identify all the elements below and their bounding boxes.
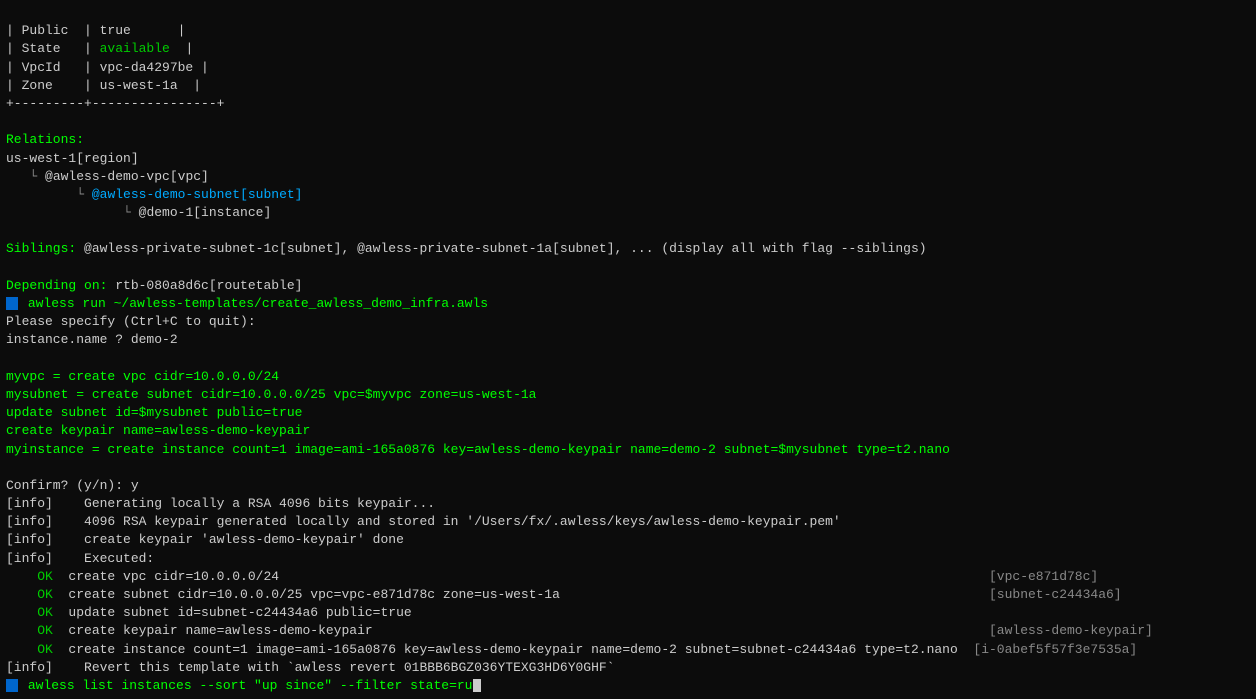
- line-state: | State | available |: [6, 41, 193, 56]
- info-generating: [info] Generating locally a RSA 4096 bit…: [6, 496, 435, 511]
- ok-create-subnet: OK create subnet cidr=10.0.0.0/25 vpc=vp…: [6, 587, 1122, 602]
- update-subnet-line: update subnet id=$mysubnet public=true: [6, 405, 302, 420]
- info-revert: [info] Revert this template with `awless…: [6, 660, 615, 675]
- depending-line: Depending on: rtb-080a8d6c[routetable]: [6, 278, 302, 293]
- specify-line: Please specify (Ctrl+C to quit):: [6, 314, 256, 329]
- ok-create-instance: OK create instance count=1 image=ami-165…: [6, 642, 1137, 657]
- relations-header: Relations:: [6, 132, 84, 147]
- subnet-line: └ @awless-demo-subnet[subnet]: [6, 187, 302, 202]
- region-line: us-west-1[region]: [6, 151, 139, 166]
- line-zone: | Zone | us-west-1a |: [6, 78, 201, 93]
- prompt-run: awless run ~/awless-templates/create_awl…: [6, 296, 488, 311]
- line-vpcid: | VpcId | vpc-da4297be |: [6, 60, 209, 75]
- instance-name-input: instance.name ? demo-2: [6, 332, 178, 347]
- siblings-line: Siblings: @awless-private-subnet-1c[subn…: [6, 241, 927, 256]
- ok-create-vpc: OK create vpc cidr=10.0.0.0/24 [vpc-e871…: [6, 569, 1098, 584]
- prompt-list: awless list instances --sort "up since" …: [6, 678, 481, 693]
- instance-line: └ @demo-1[instance]: [6, 205, 271, 220]
- myvpc-line: myvpc = create vpc cidr=10.0.0.0/24: [6, 369, 279, 384]
- myinstance-line: myinstance = create instance count=1 ima…: [6, 442, 950, 457]
- info-keypair-stored: [info] 4096 RSA keypair generated locall…: [6, 514, 841, 529]
- info-keypair-done: [info] create keypair 'awless-demo-keypa…: [6, 532, 404, 547]
- info-executed: [info] Executed:: [6, 551, 154, 566]
- ok-create-keypair: OK create keypair name=awless-demo-keypa…: [6, 623, 1153, 638]
- create-keypair-line: create keypair name=awless-demo-keypair: [6, 423, 310, 438]
- line-public: | Public | true |: [6, 23, 185, 38]
- terminal-output: | Public | true | | State | available | …: [6, 4, 1250, 695]
- mysubnet-line: mysubnet = create subnet cidr=10.0.0.0/2…: [6, 387, 537, 402]
- ok-update-subnet: OK update subnet id=subnet-c24434a6 publ…: [6, 605, 412, 620]
- vpc-line: └ @awless-demo-vpc[vpc]: [6, 169, 209, 184]
- confirm-line: Confirm? (y/n): y: [6, 478, 139, 493]
- line-separator: +---------+----------------+: [6, 96, 224, 111]
